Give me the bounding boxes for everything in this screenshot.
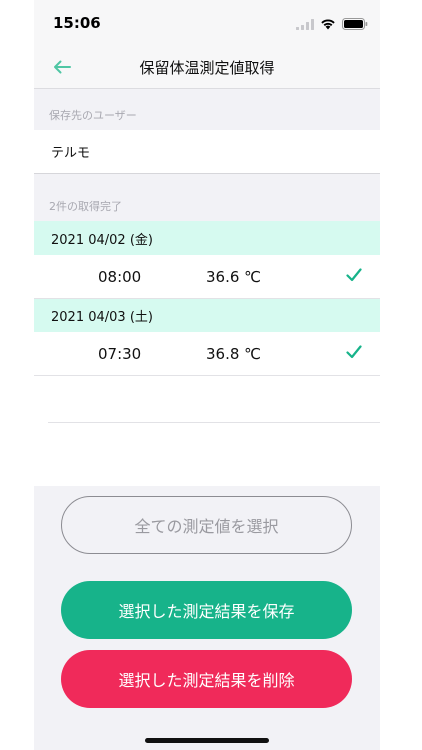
home-indicator	[145, 738, 269, 743]
status-icons	[296, 15, 368, 34]
checkmark-icon	[346, 344, 362, 363]
save-selected-button[interactable]: 選択した測定結果を保存	[61, 581, 352, 639]
measurement-temperature: 36.6 ℃	[206, 268, 262, 286]
measurement-time: 07:30	[98, 345, 142, 363]
action-panel: 全ての測定値を選択 選択した測定結果を保存 選択した測定結果を削除	[34, 486, 380, 750]
status-bar: 15:06	[34, 0, 380, 46]
measurement-temperature: 36.8 ℃	[206, 345, 262, 363]
results-section-header: 2件の取得完了	[34, 174, 380, 221]
delete-selected-button[interactable]: 選択した測定結果を削除	[61, 650, 352, 708]
checkmark-icon	[346, 267, 362, 286]
page-title: 保留体温測定値取得	[139, 59, 275, 77]
navigation-bar: 保留体温測定値取得	[34, 46, 380, 89]
empty-list-row	[48, 376, 380, 423]
signal-icon	[296, 15, 314, 34]
date-row: 2021 04/03 (土)	[34, 298, 380, 332]
user-name: テルモ	[51, 146, 91, 161]
user-section-header: 保存先のユーザー	[34, 89, 380, 130]
date-row: 2021 04/02 (金)	[34, 221, 380, 255]
date-label: 2021 04/02 (金)	[51, 232, 153, 248]
measurement-time: 08:00	[98, 268, 142, 286]
wifi-icon	[320, 15, 336, 34]
measurement-row[interactable]: 08:00 36.6 ℃	[34, 255, 380, 299]
measurement-row[interactable]: 07:30 36.8 ℃	[34, 332, 380, 376]
user-row[interactable]: テルモ	[34, 130, 380, 174]
status-time: 15:06	[53, 14, 101, 32]
battery-icon	[342, 15, 368, 34]
select-all-button[interactable]: 全ての測定値を選択	[61, 496, 352, 554]
date-label: 2021 04/03 (土)	[51, 309, 153, 325]
app-screen: 15:06 保留体温測定値取得 保存先のユーザー テルモ 2件の取得完了 202…	[34, 0, 380, 750]
